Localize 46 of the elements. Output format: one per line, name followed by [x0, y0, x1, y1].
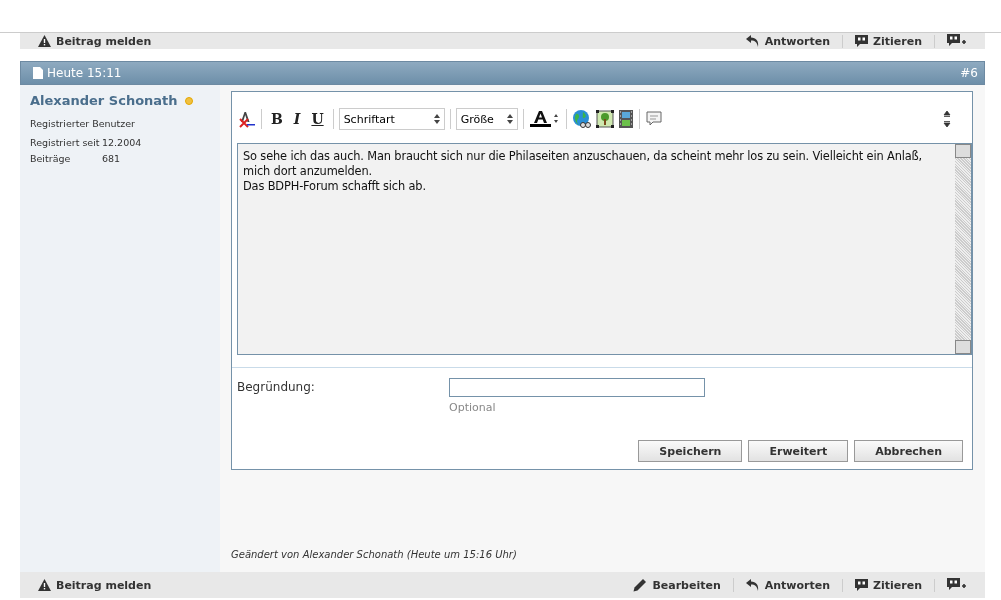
post-date: Heute 15:11 — [47, 66, 122, 80]
warning-icon — [38, 579, 51, 591]
field-hint: Optional — [449, 401, 497, 414]
collapse-icon[interactable] — [943, 110, 951, 128]
form-button[interactable]: Speichern — [638, 440, 743, 462]
stat-label: Registriert seit — [30, 137, 101, 148]
reply-button[interactable]: Antworten — [733, 578, 844, 592]
remove-format-icon[interactable] — [238, 110, 256, 128]
image-icon[interactable] — [594, 109, 615, 129]
reply-arrow-icon — [745, 35, 760, 47]
reply-arrow-icon — [745, 579, 760, 591]
format-button[interactable]: B — [267, 111, 287, 127]
form-button[interactable]: Erweitert — [748, 440, 849, 462]
film-icon[interactable] — [617, 109, 634, 129]
scrollbar[interactable] — [955, 144, 971, 354]
dropdown[interactable]: Schriftart — [338, 108, 445, 130]
globe-link-icon[interactable] — [571, 109, 592, 129]
edit-button[interactable]: Bearbeiten — [621, 578, 734, 592]
quote-button[interactable]: Zitieren — [843, 578, 935, 592]
report-button[interactable]: Beitrag melden — [38, 34, 152, 48]
reply-button[interactable]: Antworten — [733, 34, 844, 48]
reason-label: Begründung: — [237, 380, 316, 396]
form-button[interactable]: Abbrechen — [854, 440, 963, 462]
document-icon — [33, 67, 43, 79]
reason-field[interactable] — [449, 378, 705, 397]
speech-bubble-plus-icon — [947, 34, 967, 48]
warning-icon — [38, 35, 51, 47]
username-link[interactable]: Alexander Schonath — [30, 93, 178, 108]
pencil-icon — [633, 578, 648, 592]
text-color-icon[interactable] — [528, 109, 561, 129]
stat-value: 12.2004 — [102, 137, 142, 148]
user-title: Registrierter Benutzer — [30, 118, 137, 129]
stat-value: 681 — [102, 153, 121, 164]
spinner-arrows-icon — [433, 114, 440, 124]
speech-bubble-icon — [855, 579, 869, 591]
edit-note: Geändert von Alexander Schonath (Heute um 15:16 Uhr) — [231, 549, 518, 560]
speech-bubble-icon[interactable] — [644, 110, 663, 128]
stat-label: Beiträge — [30, 153, 72, 164]
speech-bubble-plus-icon — [947, 578, 967, 592]
report-button[interactable]: Beitrag melden — [38, 578, 152, 592]
format-button[interactable]: I — [289, 111, 305, 127]
format-button[interactable]: U — [307, 111, 328, 127]
quote-button[interactable]: Zitieren — [843, 34, 935, 48]
dropdown[interactable]: Größe — [455, 108, 518, 130]
speech-bubble-icon — [855, 35, 869, 47]
spinner-arrows-icon — [506, 114, 513, 124]
